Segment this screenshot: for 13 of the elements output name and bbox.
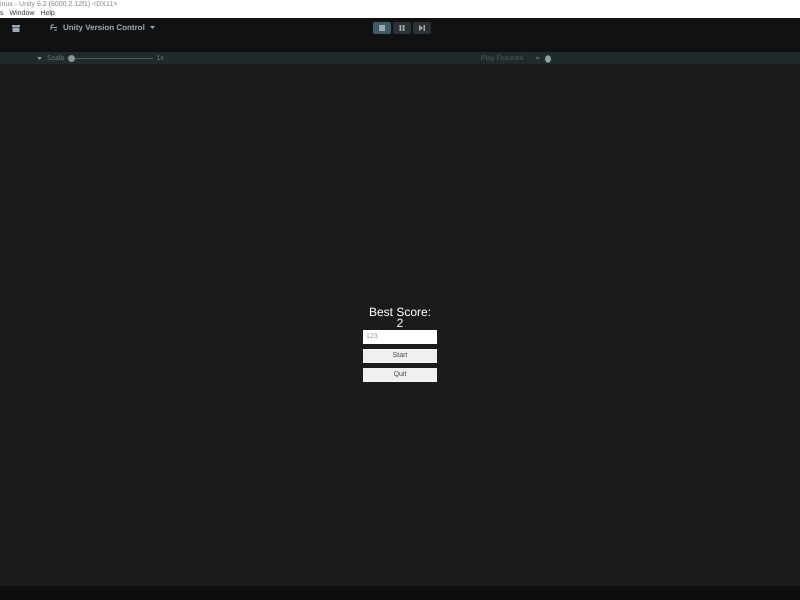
branch-icon	[50, 24, 58, 31]
pause-icon	[397, 23, 407, 33]
pause-button[interactable]	[393, 22, 411, 34]
score-value: 2	[396, 318, 404, 328]
caret-icon	[150, 26, 155, 29]
stop-icon	[377, 23, 387, 33]
stop-button[interactable]	[373, 22, 391, 34]
caret-icon[interactable]	[37, 56, 42, 60]
version-control-menu[interactable]: Unity Version Control	[50, 23, 155, 32]
archive-icon[interactable]	[12, 25, 20, 32]
step-icon	[417, 23, 427, 33]
best-score-label: Best Score:	[368, 306, 432, 318]
step-button[interactable]	[413, 22, 431, 34]
